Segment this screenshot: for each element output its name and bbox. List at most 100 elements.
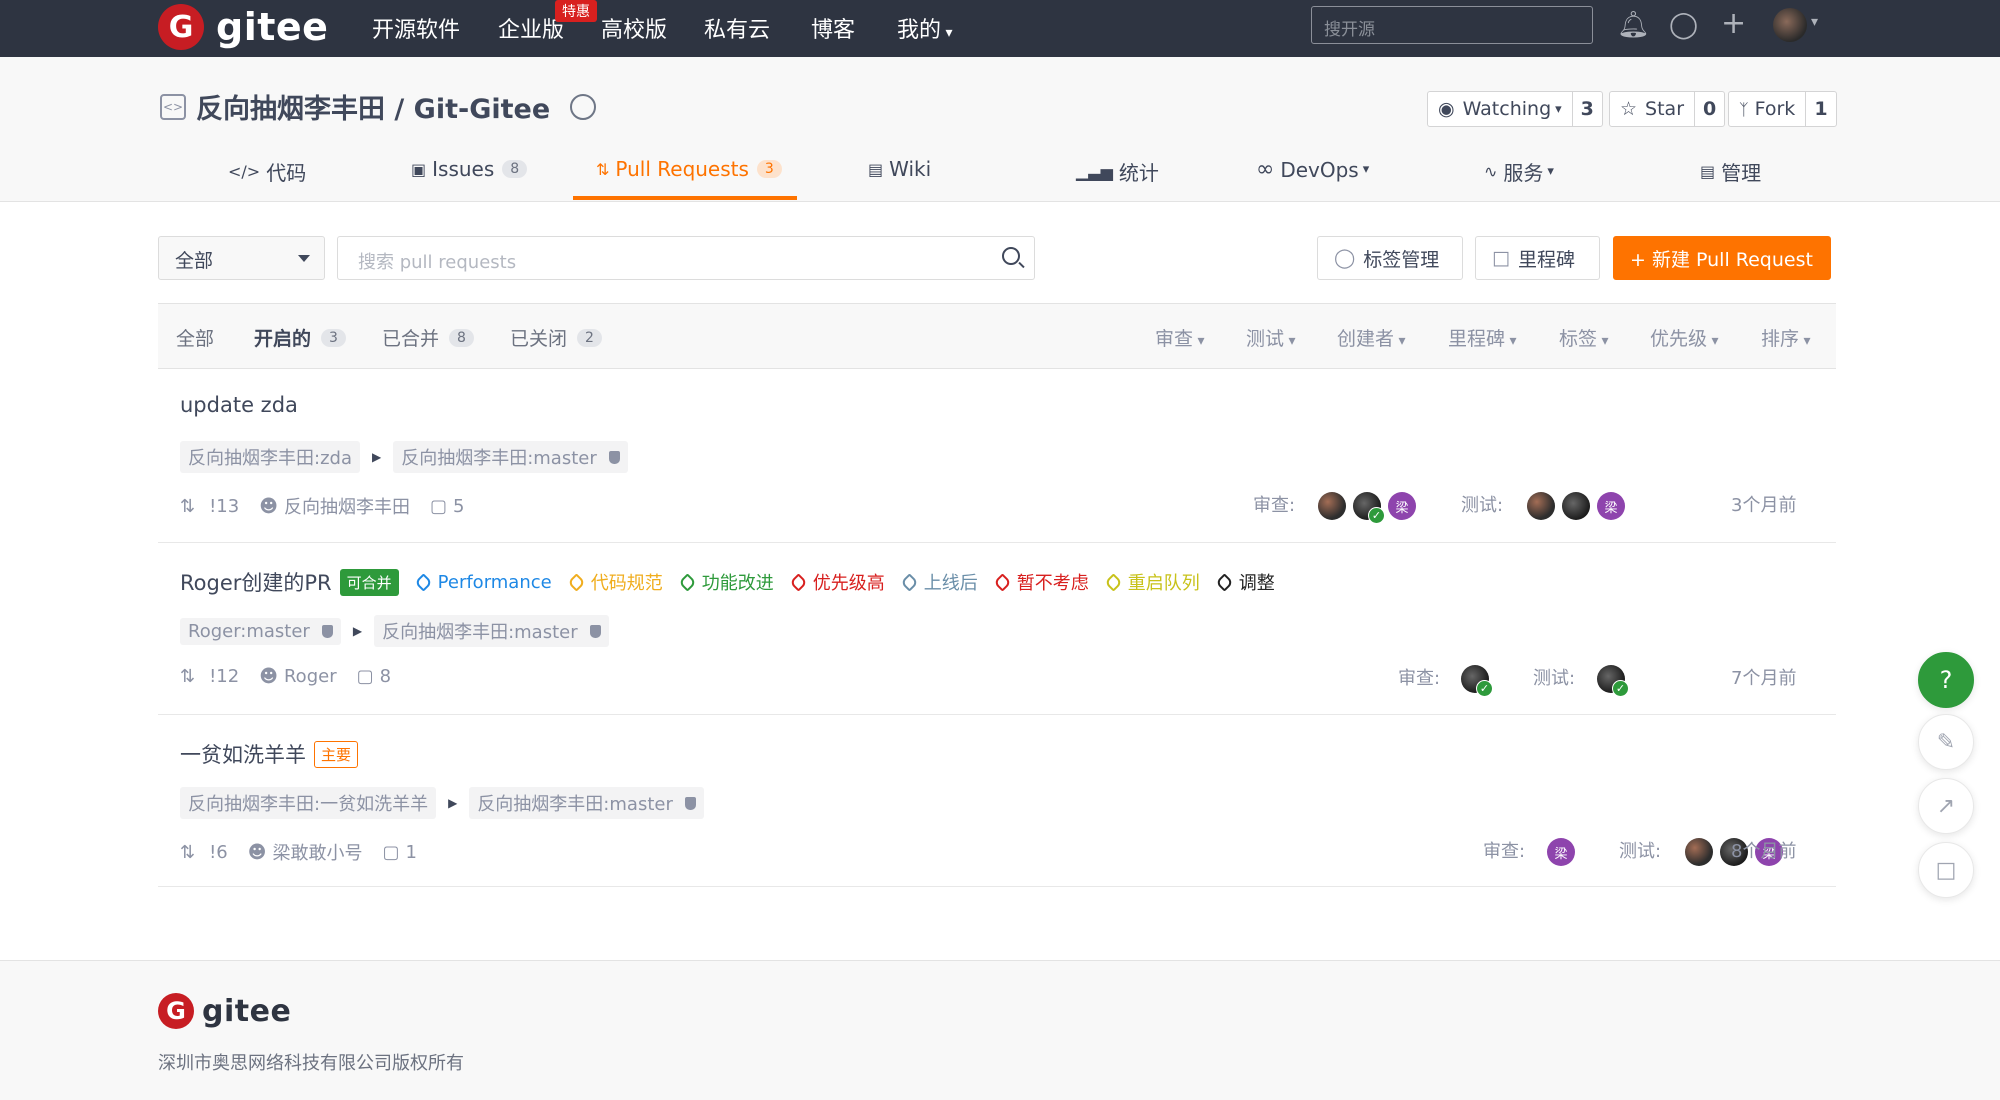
pr-list-item: Roger创建的PR 可合并 Performance 代码规范 功能改进 优先级… bbox=[158, 543, 1836, 715]
source-branch[interactable]: Roger:master bbox=[180, 617, 341, 645]
label-high-priority[interactable]: 优先级高 bbox=[789, 569, 885, 595]
nav-blog[interactable]: 博客 bbox=[811, 12, 855, 44]
plus-icon[interactable]: + bbox=[1721, 6, 1746, 41]
chevron-down-icon[interactable]: ▾ bbox=[1811, 14, 1818, 30]
pr-number[interactable]: !13 bbox=[209, 496, 239, 517]
filter-label-dropdown[interactable]: 标签 bbox=[1559, 324, 1609, 351]
target-branch[interactable]: 反向抽烟李丰田:master bbox=[393, 441, 628, 473]
tab-devops[interactable]: ∞ DevOps ▾ bbox=[1256, 157, 1369, 182]
gitee-logo[interactable]: G gitee bbox=[158, 4, 328, 50]
filter-closed[interactable]: 已关闭 2 bbox=[510, 324, 602, 351]
pr-comment-count[interactable]: 8 bbox=[380, 666, 391, 687]
tester-avatar[interactable] bbox=[1597, 665, 1629, 697]
tab-code[interactable]: </> 代码 bbox=[228, 157, 306, 186]
filter-sort-dropdown[interactable]: 排序 bbox=[1761, 324, 1811, 351]
label-improvement[interactable]: 功能改进 bbox=[678, 569, 774, 595]
nav-private-cloud[interactable]: 私有云 bbox=[704, 12, 770, 44]
mergeable-badge: 可合并 bbox=[339, 568, 399, 596]
chat-icon[interactable]: □ bbox=[1918, 842, 1974, 898]
comment-icon: ▢ bbox=[382, 841, 400, 863]
pr-number[interactable]: !6 bbox=[209, 842, 228, 863]
promo-badge: 特惠 bbox=[555, 0, 597, 22]
label-manage-button[interactable]: ◯ 标签管理 bbox=[1317, 236, 1463, 280]
lightbulb-icon[interactable]: ◯ bbox=[1669, 10, 1698, 40]
label-code-style[interactable]: 代码规范 bbox=[567, 569, 663, 595]
label-restart-queue[interactable]: 重启队列 bbox=[1104, 569, 1200, 595]
fork-button[interactable]: ᛉ Fork 1 bbox=[1728, 91, 1837, 127]
filter-priority-dropdown[interactable]: 优先级 bbox=[1650, 324, 1719, 351]
reviewer-avatar[interactable]: 梁 bbox=[1388, 492, 1416, 520]
filter-count: 8 bbox=[449, 328, 474, 347]
tab-issues[interactable]: ▣ Issues 8 bbox=[411, 157, 528, 181]
label-performance[interactable]: Performance bbox=[413, 571, 552, 593]
source-branch[interactable]: 反向抽烟李丰田:zda bbox=[180, 441, 360, 473]
nav-open-source[interactable]: 开源软件 bbox=[372, 12, 460, 44]
user-avatar[interactable] bbox=[1773, 8, 1807, 42]
pr-title[interactable]: Roger创建的PR 可合并 Performance 代码规范 功能改进 优先级… bbox=[180, 567, 1275, 597]
filter-open[interactable]: 开启的 3 bbox=[254, 324, 346, 351]
reviewer-avatar[interactable] bbox=[1318, 492, 1346, 520]
pr-comment-count[interactable]: 5 bbox=[453, 496, 464, 517]
share-icon[interactable]: ↗ bbox=[1918, 778, 1974, 834]
source-branch[interactable]: 反向抽烟李丰田:一贫如洗羊羊 bbox=[180, 787, 437, 819]
fork-count[interactable]: 1 bbox=[1805, 92, 1835, 126]
bell-icon[interactable]: 🔔︎ bbox=[1617, 10, 1650, 40]
shield-icon bbox=[321, 624, 333, 638]
filter-reviewer-dropdown[interactable]: 审查 bbox=[1155, 324, 1205, 351]
label-text: Performance bbox=[437, 571, 552, 593]
reviewer-avatar[interactable] bbox=[1353, 492, 1385, 524]
edit-icon[interactable]: ✎ bbox=[1918, 714, 1974, 770]
new-pr-button[interactable]: + 新建 Pull Request bbox=[1613, 236, 1831, 280]
filter-merged[interactable]: 已合并 8 bbox=[382, 324, 474, 351]
pr-title[interactable]: 一贫如洗羊羊 主要 bbox=[180, 739, 359, 769]
tab-pull-requests[interactable]: ⇅ Pull Requests 3 bbox=[596, 157, 782, 181]
tester-avatar[interactable]: 梁 bbox=[1597, 492, 1625, 520]
milestone-button[interactable]: □ 里程碑 bbox=[1475, 236, 1600, 280]
tab-wiki[interactable]: ▤ Wiki bbox=[868, 157, 931, 181]
pull-request-icon: ⇅ bbox=[180, 495, 196, 517]
label-not-considered[interactable]: 暂不考虑 bbox=[993, 569, 1089, 595]
pr-scope-select[interactable]: 全部 bbox=[158, 236, 325, 280]
label-adjust[interactable]: 调整 bbox=[1215, 569, 1275, 595]
star-count[interactable]: 0 bbox=[1694, 92, 1724, 126]
pr-search-input[interactable]: 搜索 pull requests bbox=[337, 236, 1035, 280]
global-search-input[interactable]: 搜开源 bbox=[1311, 6, 1593, 44]
filter-milestone-dropdown[interactable]: 里程碑 bbox=[1448, 324, 1517, 351]
label-after-release[interactable]: 上线后 bbox=[900, 569, 978, 595]
pr-title[interactable]: update zda bbox=[180, 393, 298, 417]
target-branch[interactable]: 反向抽烟李丰田:master bbox=[469, 787, 704, 819]
filter-tester-dropdown[interactable]: 测试 bbox=[1246, 324, 1296, 351]
footer-logo[interactable]: G gitee bbox=[158, 993, 291, 1029]
tab-services[interactable]: ∿ 服务 ▾ bbox=[1484, 157, 1554, 186]
tab-manage[interactable]: ▤ 管理 bbox=[1700, 157, 1761, 186]
tab-stats[interactable]: ▁▃▅ 统计 bbox=[1076, 157, 1159, 186]
watch-button[interactable]: ◉ Watching ▾ 3 bbox=[1427, 91, 1603, 127]
tester-avatar[interactable] bbox=[1685, 838, 1713, 866]
medal-icon[interactable] bbox=[570, 93, 597, 120]
watch-count[interactable]: 3 bbox=[1571, 92, 1602, 126]
pr-number[interactable]: !12 bbox=[209, 666, 239, 687]
filter-label: 已关闭 bbox=[510, 328, 568, 350]
filter-author-dropdown[interactable]: 创建者 bbox=[1337, 324, 1406, 351]
help-button[interactable]: ? bbox=[1918, 652, 1974, 708]
repo-name[interactable]: 反向抽烟李丰田 / Git-Gitee bbox=[196, 87, 550, 126]
active-tab-indicator bbox=[573, 196, 797, 200]
pr-author[interactable]: 梁敢敢小号 bbox=[273, 839, 363, 865]
repo-title: <> 反向抽烟李丰田 / Git-Gitee bbox=[160, 87, 597, 126]
nav-university[interactable]: 高校版 bbox=[601, 12, 667, 44]
fork-icon: ᛉ bbox=[1739, 99, 1749, 119]
reviewer-avatar[interactable] bbox=[1461, 665, 1493, 697]
search-icon[interactable] bbox=[1002, 247, 1020, 265]
filter-all[interactable]: 全部 bbox=[176, 324, 214, 351]
pr-author[interactable]: 反向抽烟李丰田 bbox=[284, 493, 410, 519]
pr-search-placeholder: 搜索 pull requests bbox=[358, 252, 517, 273]
tester-avatar[interactable] bbox=[1527, 492, 1555, 520]
star-button[interactable]: ☆ Star 0 bbox=[1609, 91, 1726, 127]
nav-mine[interactable]: 我的 ▾ bbox=[897, 12, 953, 44]
reviewer-avatar[interactable]: 梁 bbox=[1547, 838, 1575, 866]
tester-avatar[interactable] bbox=[1562, 492, 1590, 520]
issues-icon: ▣ bbox=[411, 159, 427, 179]
pr-author[interactable]: Roger bbox=[284, 666, 337, 687]
pr-comment-count[interactable]: 1 bbox=[406, 842, 417, 863]
target-branch[interactable]: 反向抽烟李丰田:master bbox=[374, 615, 609, 647]
